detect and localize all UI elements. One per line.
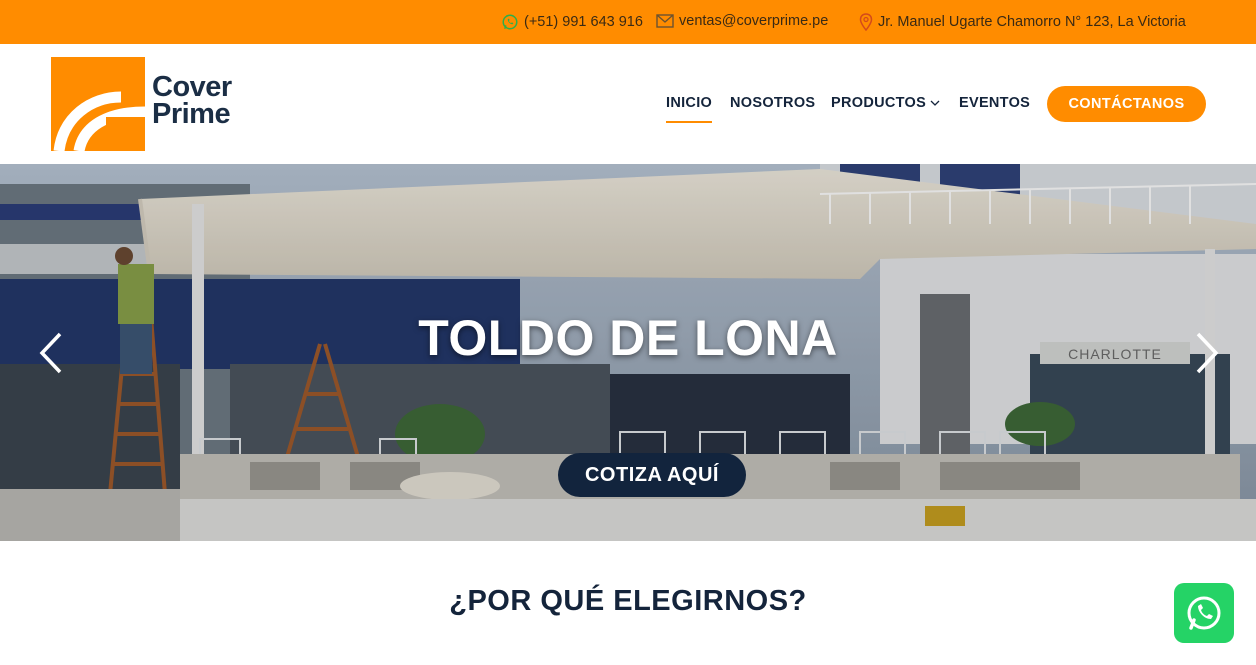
chevron-right-icon[interactable]: [1192, 331, 1222, 375]
chevron-left-icon[interactable]: [36, 331, 66, 375]
nav-nosotros[interactable]: NOSOTROS: [730, 95, 815, 111]
top-contact-bar: (+51) 991 643 916 ventas@coverprime.pe J…: [0, 0, 1256, 44]
whatsapp-icon: [1187, 596, 1221, 630]
logo-mark-icon: [51, 57, 145, 151]
site-header: Cover Prime INICIO NOSOTROS PRODUCTOS EV…: [0, 44, 1256, 164]
chevron-down-icon: [930, 100, 940, 107]
nav-eventos[interactable]: EVENTOS: [959, 95, 1030, 111]
quote-button[interactable]: COTIZA AQUÍ: [558, 453, 746, 497]
phone-text: (+51) 991 643 916: [524, 14, 643, 30]
brand-logo[interactable]: Cover Prime: [51, 57, 251, 152]
location-pin-icon: [859, 13, 873, 31]
hero-title: TOLDO DE LONA: [418, 310, 838, 366]
phone-contact[interactable]: (+51) 991 643 916: [501, 13, 643, 31]
brand-name: Cover Prime: [152, 71, 232, 130]
whatsapp-icon: [502, 14, 518, 30]
contact-button[interactable]: CONTÁCTANOS: [1047, 86, 1206, 122]
brand-line-1: Cover: [152, 71, 232, 103]
address-text: Jr. Manuel Ugarte Chamorro N° 123, La Vi…: [878, 14, 1186, 30]
section-title: ¿POR QUÉ ELEGIRNOS?: [449, 585, 807, 617]
email-contact[interactable]: ventas@coverprime.pe: [656, 13, 828, 29]
whatsapp-float-button[interactable]: [1174, 583, 1234, 643]
mail-icon: [656, 14, 674, 28]
email-text: ventas@coverprime.pe: [679, 13, 829, 29]
nav-productos[interactable]: PRODUCTOS: [831, 95, 940, 111]
nav-inicio[interactable]: INICIO: [666, 95, 713, 123]
brand-line-2: Prime: [152, 98, 231, 130]
address-contact[interactable]: Jr. Manuel Ugarte Chamorro N° 123, La Vi…: [859, 13, 1186, 31]
hero-slider: CHARLOTTE TOLDO DE LONA COTIZA AQUÍ: [0, 164, 1256, 541]
nav-productos-label: PRODUCTOS: [831, 95, 927, 111]
